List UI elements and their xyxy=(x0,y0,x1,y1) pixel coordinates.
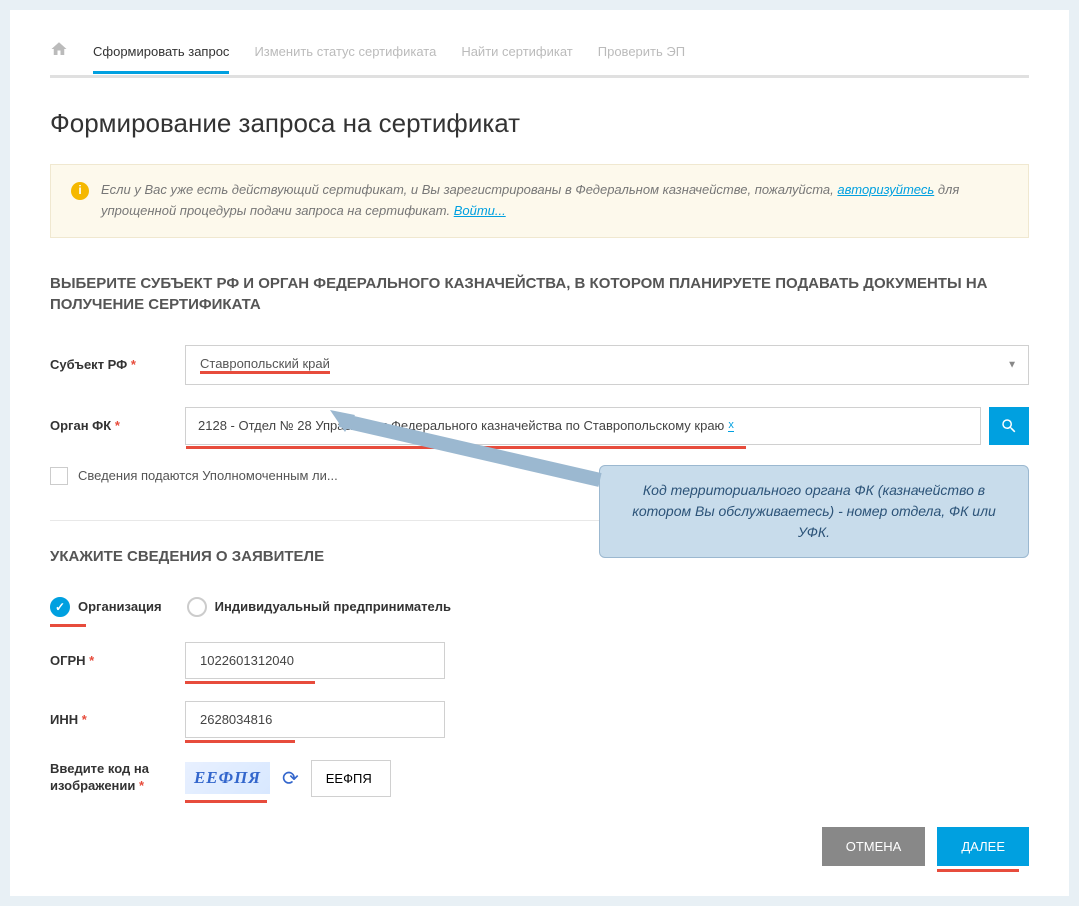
input-organ[interactable]: 2128 - Отдел № 28 Управления Федеральног… xyxy=(185,407,981,445)
next-button[interactable]: ДАЛЕЕ xyxy=(937,827,1029,866)
row-organ: Орган ФК * 2128 - Отдел № 28 Управления … xyxy=(50,407,1029,445)
main-container: Сформировать запрос Изменить статус серт… xyxy=(10,10,1069,896)
callout-tooltip: Код территориального органа ФК (казначей… xyxy=(599,465,1029,558)
input-ogrn[interactable] xyxy=(185,642,445,679)
label-organ: Орган ФК * xyxy=(50,418,170,433)
section1-title: ВЫБЕРИТЕ СУБЪЕКТ РФ И ОРГАН ФЕДЕРАЛЬНОГО… xyxy=(50,273,1029,315)
tab-find-cert[interactable]: Найти сертификат xyxy=(461,44,572,71)
input-captcha[interactable] xyxy=(311,760,391,797)
tab-form-request[interactable]: Сформировать запрос xyxy=(93,44,229,71)
checkbox-auth-label: Сведения подаются Уполномоченным ли... xyxy=(78,468,338,483)
row-captcha: Введите код на изображении * ЕЕФПЯ ⟳ xyxy=(50,760,1029,797)
search-icon xyxy=(1000,417,1018,435)
tab-change-status[interactable]: Изменить статус сертификата xyxy=(254,44,436,71)
row-subject: Субъект РФ * Ставропольский край ▼ xyxy=(50,345,1029,385)
select-subject[interactable]: Ставропольский край xyxy=(185,345,1029,385)
label-inn: ИНН * xyxy=(50,712,170,727)
radio-organization[interactable]: Организация xyxy=(50,597,162,617)
tabs: Сформировать запрос Изменить статус серт… xyxy=(50,40,1029,78)
info-box: i Если у Вас уже есть действующий сертиф… xyxy=(50,164,1029,238)
cancel-button[interactable]: ОТМЕНА xyxy=(822,827,926,866)
search-button[interactable] xyxy=(989,407,1029,445)
row-inn: ИНН * xyxy=(50,701,1029,738)
button-row: ОТМЕНА ДАЛЕЕ xyxy=(50,827,1029,866)
label-ogrn: ОГРН * xyxy=(50,653,170,668)
radio-row: Организация Индивидуальный предпринимате… xyxy=(50,597,1029,617)
checkbox-auth[interactable] xyxy=(50,467,68,485)
link-auth[interactable]: авторизуйтесь xyxy=(837,182,934,197)
captcha-refresh-icon[interactable]: ⟳ xyxy=(282,766,299,791)
radio-ip-indicator xyxy=(187,597,207,617)
input-inn[interactable] xyxy=(185,701,445,738)
tab-verify-sig[interactable]: Проверить ЭП xyxy=(598,44,685,71)
radio-ip[interactable]: Индивидуальный предприниматель xyxy=(187,597,451,617)
captcha-image: ЕЕФПЯ xyxy=(185,762,270,794)
info-text: Если у Вас уже есть действующий сертифик… xyxy=(101,180,1008,222)
label-captcha: Введите код на изображении * xyxy=(50,761,170,795)
link-login[interactable]: Войти... xyxy=(454,203,506,218)
page-title: Формирование запроса на сертификат xyxy=(50,108,1029,139)
tag-remove-icon[interactable]: x xyxy=(728,419,734,432)
home-icon[interactable] xyxy=(50,40,68,75)
info-icon: i xyxy=(71,182,89,200)
label-subject: Субъект РФ * xyxy=(50,357,170,372)
radio-org-indicator xyxy=(50,597,70,617)
row-ogrn: ОГРН * xyxy=(50,642,1029,679)
